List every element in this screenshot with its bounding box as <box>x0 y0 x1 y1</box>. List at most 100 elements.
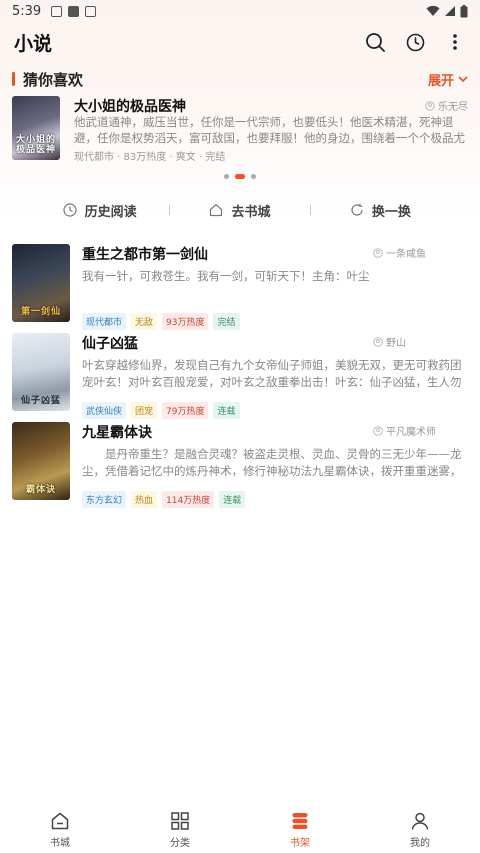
nav-label: 书城 <box>50 838 70 849</box>
status-indicators <box>426 4 468 18</box>
genre-tag: 团宠 <box>131 402 158 419</box>
book-info: 仙子凶猛 野山 叶玄穿越修仙界，发现自己有九个女帝仙子师姐，美貌无双，更无可救药… <box>82 333 468 419</box>
go-to-store-label: 去书城 <box>231 204 271 220</box>
book-cover: 霸体诀 <box>12 422 70 500</box>
home-icon <box>210 203 223 217</box>
bookshelf-icon <box>292 813 308 830</box>
wifi-icon <box>426 5 440 16</box>
refresh-button[interactable]: 换一换 <box>311 201 450 220</box>
signal-icon <box>445 6 455 16</box>
category-tag: 东方玄幻 <box>82 491 127 508</box>
author-icon <box>373 336 383 347</box>
more-vertical-icon <box>453 34 457 50</box>
status-tag: 连载 <box>219 491 246 508</box>
nav-profile[interactable]: 我的 <box>360 807 480 853</box>
featured-book-description: 他武道通神，威压当世，任你是一代宗师，也要低头！他医术精湛，死神退避，任你是权势… <box>74 115 465 145</box>
bottom-navigation: 书城 分类 书架 我的 <box>0 807 480 853</box>
section-accent-bar <box>12 72 15 86</box>
nav-label: 书架 <box>290 838 310 849</box>
history-button[interactable] <box>404 31 426 53</box>
book-author-name: 一条咸鱼 <box>386 249 426 260</box>
book-cover: 第一剑仙 <box>12 244 70 322</box>
featured-book-cover: 大小姐的 极品医神 <box>12 96 60 160</box>
carousel-indicator <box>0 172 480 180</box>
expand-button[interactable]: 展开 <box>428 70 468 89</box>
nav-label: 我的 <box>410 838 430 849</box>
go-to-store-button[interactable]: 去书城 <box>170 201 309 220</box>
person-icon <box>411 812 429 830</box>
header-actions <box>364 31 466 53</box>
list-item[interactable]: 霸体诀 九星霸体诀 平凡魔术师 是丹帝重生？是融合灵魂？被盗走灵根、灵血、灵骨的… <box>0 422 480 508</box>
featured-book-card[interactable]: 大小姐的 极品医神 大小姐的极品医神 乐无尽 他武道通神，威压当世，任你是一代宗… <box>0 96 480 163</box>
clock-icon <box>406 33 424 51</box>
featured-book-author: 乐无尽 <box>425 98 468 113</box>
author-icon <box>425 100 435 111</box>
list-item[interactable]: 第一剑仙 重生之都市第一剑仙 一条咸鱼 我有一针，可救苍生。我有一剑，可斩天下！… <box>0 244 480 330</box>
search-icon <box>366 33 385 52</box>
reading-history-label: 历史阅读 <box>84 204 137 220</box>
status-tag: 完结 <box>213 313 240 330</box>
featured-book-info: 大小姐的极品医神 乐无尽 他武道通神，威压当世，任你是一代宗师，也要低头！他医术… <box>74 96 468 163</box>
chevron-down-icon <box>458 75 468 82</box>
category-tag: 现代都市 <box>82 313 127 330</box>
featured-author-name: 乐无尽 <box>438 102 468 113</box>
nav-bookstore[interactable]: 书城 <box>0 807 120 853</box>
nav-bookshelf[interactable]: 书架 <box>240 807 360 853</box>
featured-cover-text: 大小姐的 极品医神 <box>15 135 56 156</box>
book-cover: 仙子凶猛 <box>12 333 70 411</box>
app-header: 小说 <box>0 24 480 60</box>
expand-label: 展开 <box>427 73 454 89</box>
carousel-dot[interactable] <box>224 173 229 179</box>
quick-actions: 历史阅读 去书城 换一换 <box>0 190 480 230</box>
section-title: 猜你喜欢 <box>23 70 84 89</box>
carousel-dot-active[interactable] <box>235 173 245 179</box>
book-author: 野山 <box>373 334 468 349</box>
refresh-icon <box>351 203 363 216</box>
book-cover-text: 第一剑仙 <box>20 307 61 318</box>
book-author-name: 平凡魔术师 <box>386 427 436 438</box>
book-description: 我有一针，可救苍生。我有一剑，可斩天下！主角：叶尘 <box>82 269 370 283</box>
carousel-dot[interactable] <box>251 173 256 179</box>
book-cover-text: 仙子凶猛 <box>20 396 61 407</box>
book-author-name: 野山 <box>386 338 406 349</box>
app-notification-icon <box>68 5 80 17</box>
author-icon <box>373 247 383 258</box>
book-list: 第一剑仙 重生之都市第一剑仙 一条咸鱼 我有一针，可救苍生。我有一剑，可斩天下！… <box>0 244 480 508</box>
refresh-label: 换一换 <box>371 204 411 220</box>
featured-book-meta: 现代都市 · 83万热度 · 爽文 · 完结 <box>74 152 226 163</box>
list-item[interactable]: 仙子凶猛 仙子凶猛 野山 叶玄穿越修仙界，发现自己有九个女帝仙子师姐，美貌无双，… <box>0 333 480 419</box>
author-icon <box>373 425 383 436</box>
history-icon <box>63 203 77 217</box>
book-tags: 东方玄幻 热血 114万热度 连载 <box>82 491 468 508</box>
popularity-tag: 114万热度 <box>162 491 215 508</box>
status-bar: 5:39 <box>0 0 480 22</box>
reading-history-button[interactable]: 历史阅读 <box>30 201 169 220</box>
sim-notification-icon <box>85 5 97 17</box>
status-tag: 连载 <box>213 402 240 419</box>
gallery-notification-icon <box>51 5 63 17</box>
book-cover-text: 霸体诀 <box>25 485 56 496</box>
grid-icon <box>171 812 189 830</box>
book-description: 叶玄穿越修仙界，发现自己有九个女帝仙子师姐，美貌无双，更无可救药团宠叶玄！对叶玄… <box>82 358 462 393</box>
book-author: 平凡魔术师 <box>373 423 468 438</box>
book-author: 一条咸鱼 <box>373 245 468 260</box>
popularity-tag: 79万热度 <box>162 402 209 419</box>
nav-category[interactable]: 分类 <box>120 807 240 853</box>
book-info: 重生之都市第一剑仙 一条咸鱼 我有一针，可救苍生。我有一剑，可斩天下！主角：叶尘… <box>82 244 468 330</box>
category-tag: 武侠仙侠 <box>82 402 127 419</box>
home-icon <box>51 812 69 830</box>
book-description: 是丹帝重生？是融合灵魂？被盗走灵根、灵血、灵骨的三无少年——龙尘，凭借着记忆中的… <box>82 447 462 482</box>
more-menu-button[interactable] <box>444 31 466 53</box>
book-info: 九星霸体诀 平凡魔术师 是丹帝重生？是融合灵魂？被盗走灵根、灵血、灵骨的三无少年… <box>82 422 468 508</box>
battery-icon <box>460 4 468 17</box>
genre-tag: 无敌 <box>131 313 158 330</box>
popularity-tag: 93万热度 <box>162 313 209 330</box>
page-title: 小说 <box>14 32 53 55</box>
search-button[interactable] <box>364 31 386 53</box>
book-tags: 现代都市 无敌 93万热度 完结 <box>82 313 468 330</box>
book-tags: 武侠仙侠 团宠 79万热度 连载 <box>82 402 468 419</box>
status-time: 5:39 <box>12 3 42 19</box>
nav-label: 分类 <box>170 838 190 849</box>
featured-book-title: 大小姐的极品医神 <box>74 99 186 115</box>
genre-tag: 热血 <box>131 491 158 508</box>
